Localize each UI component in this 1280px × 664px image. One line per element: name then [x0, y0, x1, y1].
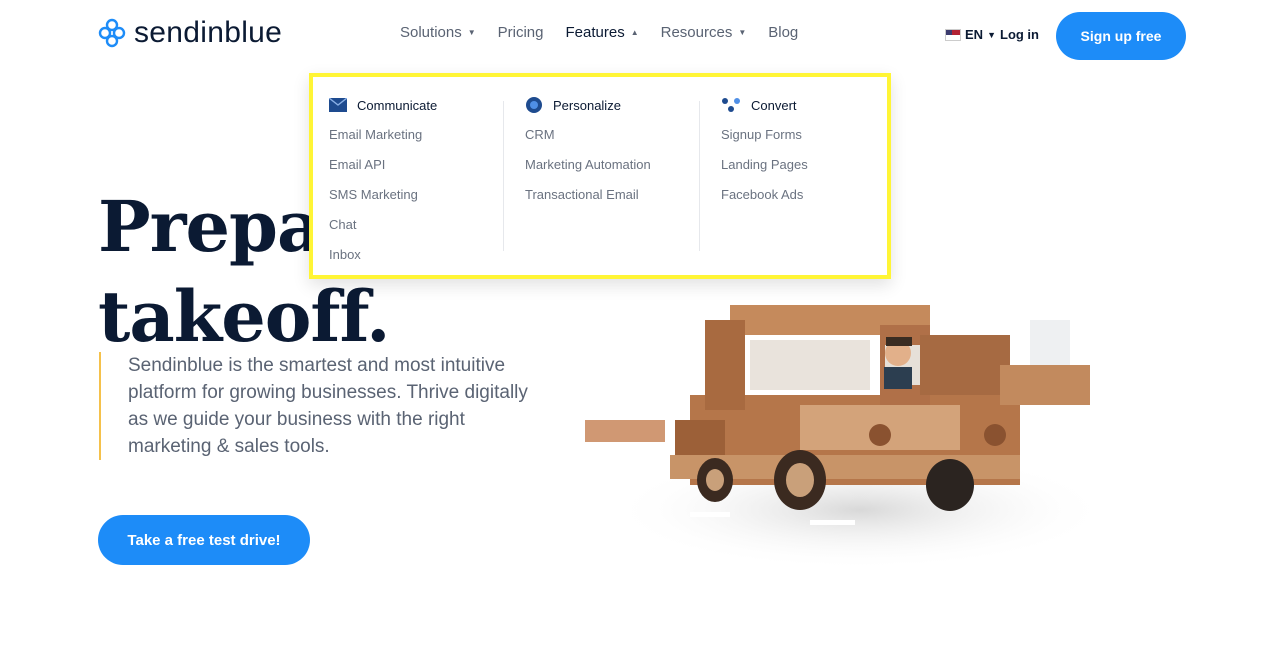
column-header-personalize: Personalize [525, 95, 651, 115]
column-divider [503, 101, 504, 251]
column-divider [699, 101, 700, 251]
us-flag-icon [945, 28, 961, 41]
test-drive-button[interactable]: Take a free test drive! [98, 515, 310, 565]
dots-icon [722, 98, 740, 112]
caret-down-icon: ▼ [738, 28, 747, 37]
nav-pricing[interactable]: Pricing [498, 24, 544, 41]
menu-item-email-api[interactable]: Email API [329, 157, 437, 175]
logo-text: sendinblue [134, 16, 283, 49]
site-header: sendinblue Solutions ▼ Pricing Features … [0, 0, 1280, 72]
nav-solutions[interactable]: Solutions ▼ [400, 24, 476, 41]
menu-item-chat[interactable]: Chat [329, 217, 437, 235]
nav-features[interactable]: Features ▲ [566, 24, 639, 41]
language-selector[interactable]: EN ▼ [945, 27, 996, 42]
column-header-communicate: Communicate [329, 95, 437, 115]
envelope-icon [329, 98, 347, 112]
caret-down-icon: ▼ [987, 29, 996, 40]
caret-down-icon: ▼ [467, 28, 476, 37]
signup-button[interactable]: Sign up free [1056, 12, 1186, 60]
sendinblue-logo-icon [98, 18, 126, 48]
wooden-car-illustration [585, 305, 1100, 570]
menu-item-inbox[interactable]: Inbox [329, 247, 437, 265]
menu-item-sms-marketing[interactable]: SMS Marketing [329, 187, 437, 205]
login-link[interactable]: Log in [1000, 27, 1039, 42]
column-header-convert: Convert [721, 95, 808, 115]
menu-item-crm[interactable]: CRM [525, 127, 651, 145]
menu-item-transactional-email[interactable]: Transactional Email [525, 187, 651, 205]
menu-item-marketing-automation[interactable]: Marketing Automation [525, 157, 651, 175]
dropdown-column-convert: Convert Signup Forms Landing Pages Faceb… [721, 95, 808, 205]
menu-item-facebook-ads[interactable]: Facebook Ads [721, 187, 808, 205]
menu-item-signup-forms[interactable]: Signup Forms [721, 127, 808, 145]
caret-up-icon: ▲ [630, 28, 639, 37]
menu-item-email-marketing[interactable]: Email Marketing [329, 127, 437, 145]
nav-resources[interactable]: Resources ▼ [661, 24, 747, 41]
dropdown-column-communicate: Communicate Email Marketing Email API SM… [329, 95, 437, 265]
features-dropdown-menu: Communicate Email Marketing Email API SM… [309, 73, 891, 279]
menu-item-landing-pages[interactable]: Landing Pages [721, 157, 808, 175]
main-nav: Solutions ▼ Pricing Features ▲ Resources… [400, 24, 798, 41]
dropdown-column-personalize: Personalize CRM Marketing Automation Tra… [525, 95, 651, 205]
target-icon [526, 97, 542, 113]
hero-description: Sendinblue is the smartest and most intu… [99, 352, 548, 460]
logo[interactable]: sendinblue [98, 16, 282, 50]
nav-blog[interactable]: Blog [768, 24, 798, 41]
